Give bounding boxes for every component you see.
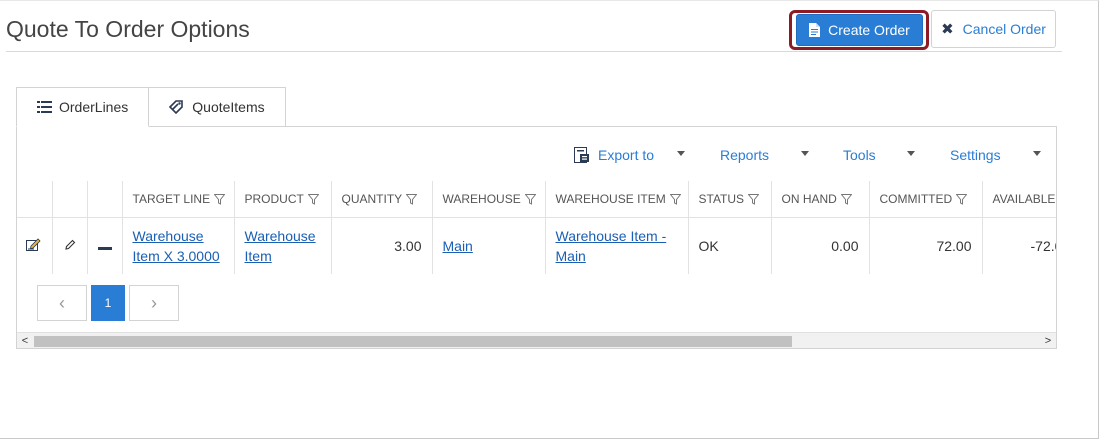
next-page-button[interactable]: › — [129, 285, 179, 321]
tab-quoteitems-label: QuoteItems — [192, 99, 265, 115]
column-label: TARGET LINE — [132, 191, 211, 206]
page-title: Quote To Order Options — [6, 16, 250, 42]
column-label: ON HAND — [781, 191, 837, 206]
create-order-button[interactable]: Create Order — [796, 14, 923, 46]
column-header-on-hand[interactable]: ON HAND — [771, 181, 870, 218]
warehouse-item-link[interactable]: Warehouse Item - Main — [556, 228, 667, 264]
export-icon — [574, 147, 589, 163]
column-header-available[interactable]: AVAILABLE — [982, 181, 1056, 218]
previous-page-button[interactable]: ‹ — [37, 285, 87, 321]
cancel-order-label: Cancel Order — [962, 21, 1046, 37]
cell-quantity: 3.00 — [331, 217, 433, 274]
column-label: STATUS — [698, 191, 745, 206]
cell-available: -72.00 — [982, 217, 1056, 274]
column-header-warehouse-item[interactable]: WAREHOUSE ITEM — [545, 181, 689, 218]
filter-icon[interactable] — [524, 194, 536, 205]
reports-label: Reports — [720, 147, 770, 163]
filter-icon[interactable] — [669, 194, 681, 205]
minus-icon[interactable] — [97, 246, 112, 251]
page-button-current[interactable]: 1 — [91, 285, 125, 321]
column-label: PRODUCT — [244, 191, 304, 206]
remove-column-header — [87, 181, 123, 218]
cell-target-line: Warehouse Item X 3.0000 — [122, 217, 235, 274]
tag-icon — [169, 100, 184, 114]
cell-status: OK — [688, 217, 772, 274]
reports-button[interactable]: Reports — [720, 147, 769, 163]
cell-committed: 72.00 — [869, 217, 983, 274]
tab-orderlines-label: OrderLines — [59, 99, 129, 115]
select-row-cell[interactable] — [17, 217, 53, 274]
filter-icon[interactable] — [840, 194, 852, 205]
cell-product: Warehouse Item — [234, 217, 332, 274]
export-to-label: Export to — [598, 147, 655, 163]
pencil-icon[interactable] — [64, 239, 76, 251]
target-line-link[interactable]: Warehouse Item X 3.0000 — [133, 228, 220, 264]
cancel-order-button[interactable]: ✖ Cancel Order — [931, 10, 1056, 48]
column-header-product[interactable]: PRODUCT — [234, 181, 332, 218]
export-to-button[interactable]: Export to — [574, 147, 654, 163]
column-label: COMMITTED — [879, 191, 953, 206]
cell-warehouse: Main — [432, 217, 546, 274]
horizontal-scrollbar[interactable]: < > — [17, 332, 1056, 348]
cell-warehouse-item: Warehouse Item - Main — [545, 217, 689, 274]
create-order-label: Create Order — [828, 22, 910, 38]
column-label: AVAILABLE — [992, 191, 1056, 206]
column-header-warehouse[interactable]: WAREHOUSE — [432, 181, 546, 218]
filter-icon[interactable] — [748, 194, 760, 205]
column-header-quantity[interactable]: QUANTITY — [331, 181, 433, 218]
filter-icon[interactable] — [956, 194, 968, 205]
chevron-left-icon: ‹ — [59, 292, 65, 313]
export-dropdown-icon[interactable] — [677, 151, 685, 156]
document-icon — [809, 23, 821, 37]
table-row: Warehouse Item X 3.0000 Warehouse Item 3… — [17, 217, 1056, 274]
close-icon: ✖ — [941, 21, 954, 38]
orderlines-table: TARGET LINE PRODUCT QUANTITY WAREHOUSE W… — [17, 181, 1056, 274]
tab-strip: OrderLines QuoteItems — [16, 87, 286, 127]
column-label: QUANTITY — [341, 191, 403, 206]
settings-label: Settings — [950, 147, 1001, 163]
settings-button[interactable]: Settings — [950, 147, 1001, 163]
filter-icon[interactable] — [307, 194, 319, 205]
column-header-status[interactable]: STATUS — [688, 181, 772, 218]
remove-cell[interactable] — [87, 217, 123, 274]
orderlines-grid: TARGET LINE PRODUCT QUANTITY WAREHOUSE W… — [17, 181, 1056, 279]
settings-dropdown-icon[interactable] — [1033, 151, 1041, 156]
scroll-left-icon[interactable]: < — [17, 333, 33, 348]
scroll-right-icon[interactable]: > — [1040, 333, 1056, 348]
warehouse-link[interactable]: Main — [443, 238, 473, 254]
column-label: WAREHOUSE ITEM — [555, 191, 666, 206]
column-header-target-line[interactable]: TARGET LINE — [122, 181, 235, 218]
chevron-right-icon: › — [151, 292, 157, 313]
select-column-header — [17, 181, 53, 218]
tab-orderlines[interactable]: OrderLines — [16, 87, 150, 127]
tools-button[interactable]: Tools — [843, 147, 876, 163]
edit-cell[interactable] — [52, 217, 88, 274]
tools-dropdown-icon[interactable] — [907, 151, 915, 156]
filter-icon[interactable] — [406, 194, 418, 205]
orderlines-panel: Export to Reports Tools Settings TARGET … — [16, 126, 1057, 349]
column-label: WAREHOUSE — [442, 191, 521, 206]
tab-quoteitems[interactable]: QuoteItems — [149, 87, 286, 127]
column-header-committed[interactable]: COMMITTED — [869, 181, 983, 218]
edit-row-icon[interactable] — [26, 237, 42, 252]
scrollbar-thumb[interactable] — [34, 336, 792, 347]
product-link[interactable]: Warehouse Item — [245, 228, 316, 264]
pager: ‹ 1 › — [37, 285, 179, 321]
list-icon — [37, 101, 52, 113]
tools-label: Tools — [843, 147, 876, 163]
filter-icon[interactable] — [214, 194, 226, 205]
reports-dropdown-icon[interactable] — [801, 151, 809, 156]
edit-column-header — [52, 181, 88, 218]
grid-header-row: TARGET LINE PRODUCT QUANTITY WAREHOUSE W… — [17, 181, 1056, 218]
cell-on-hand: 0.00 — [771, 217, 870, 274]
